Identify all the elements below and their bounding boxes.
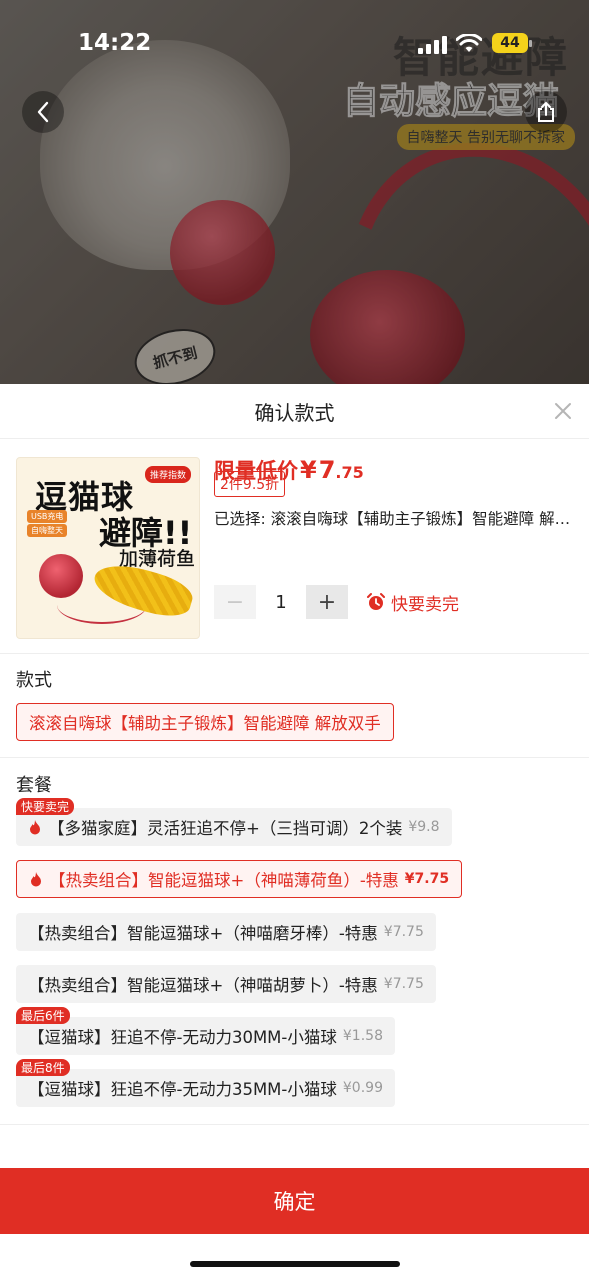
thumb-tag-1: USB充电 xyxy=(27,510,68,523)
package-option-label: 【热卖组合】智能逗猫球+（神喵薄荷鱼）-特惠 xyxy=(49,871,399,890)
section-divider xyxy=(0,1124,589,1125)
sellout-ribbon: 快要卖完 xyxy=(16,798,75,815)
wifi-icon xyxy=(456,34,482,52)
package-option-2[interactable]: 【热卖组合】智能逗猫球+（神喵薄荷鱼）-特惠 ¥7.75 xyxy=(16,860,463,898)
package-option-label: 【逗猫球】狂追不停-无动力30MM-小猫球 xyxy=(28,1028,337,1047)
sheet-header: 确认款式 xyxy=(0,384,589,439)
package-option-label: 【多猫家庭】灵活狂追不停+（三挡可调）2个装 xyxy=(48,819,403,838)
status-bar: 14:22 44 xyxy=(0,0,589,88)
package-option-5[interactable]: 【逗猫球】狂追不停-无动力30MM-小猫球 ¥1.58 xyxy=(16,1017,395,1055)
style-section-label: 款式 xyxy=(16,670,52,691)
decrease-button[interactable]: − xyxy=(214,585,256,619)
package-option-3[interactable]: 【热卖组合】智能逗猫球+（神喵磨牙棒）-特惠 ¥7.75 xyxy=(16,913,436,951)
section-divider xyxy=(0,757,589,758)
confirm-button[interactable]: 确定 xyxy=(0,1168,589,1234)
package-option-1[interactable]: 【多猫家庭】灵活狂追不停+（三挡可调）2个装 ¥9.8 xyxy=(16,808,452,846)
thumb-ball xyxy=(39,554,83,598)
quantity-stepper: − 1 + 快要卖完 xyxy=(214,585,459,619)
style-option[interactable]: 滚滚自嗨球【辅助主子锻炼】智能避障 解放双手 xyxy=(16,703,394,741)
price-currency: ¥ xyxy=(300,456,317,484)
style-option-label: 滚滚自嗨球【辅助主子锻炼】智能避障 解放双手 xyxy=(29,714,381,733)
increase-button[interactable]: + xyxy=(306,585,348,619)
chevron-left-icon xyxy=(37,101,49,123)
package-section-label: 套餐 xyxy=(16,775,52,796)
thumb-tag-2: 自嗨整天 xyxy=(27,524,67,537)
fire-icon xyxy=(30,820,40,835)
product-summary: 逗猫球 避障!! 加薄荷鱼 推荐指数 USB充电 自嗨整天 限量低价 ¥ 7 .… xyxy=(0,439,589,654)
share-button[interactable] xyxy=(525,91,567,133)
back-button[interactable] xyxy=(22,91,64,133)
stock-ribbon: 最后8件 xyxy=(16,1059,70,1076)
hurry-notice: 快要卖完 xyxy=(366,590,459,615)
close-icon[interactable] xyxy=(551,399,575,423)
discount-badge: 2件9.5折 xyxy=(214,471,286,497)
thumb-badge: 推荐指数 xyxy=(145,466,192,483)
cellular-signal-icon xyxy=(418,36,448,54)
price-integer: 7 xyxy=(318,456,336,484)
share-icon xyxy=(538,101,554,122)
package-option-price: ¥0.99 xyxy=(342,1080,383,1096)
sheet-title: 确认款式 xyxy=(254,400,335,425)
sku-selection-sheet: 确认款式 逗猫球 避障!! 加薄荷鱼 推荐指数 USB充电 自嗨整天 限量低价 … xyxy=(0,384,589,1280)
hurry-text: 快要卖完 xyxy=(391,594,459,615)
price-decimal: .75 xyxy=(335,463,364,482)
package-option-price: ¥9.8 xyxy=(408,819,440,835)
fire-icon xyxy=(31,872,41,887)
stock-ribbon: 最后6件 xyxy=(16,1007,70,1024)
package-option-label: 【逗猫球】狂追不停-无动力35MM-小猫球 xyxy=(28,1080,337,1099)
package-option-price: ¥7.75 xyxy=(383,924,424,940)
home-indicator xyxy=(190,1261,400,1267)
product-thumbnail[interactable]: 逗猫球 避障!! 加薄荷鱼 推荐指数 USB充电 自嗨整天 xyxy=(16,457,200,639)
package-option-4[interactable]: 【热卖组合】智能逗猫球+（神喵胡萝卜）-特惠 ¥7.75 xyxy=(16,965,436,1003)
package-option-price: ¥1.58 xyxy=(342,1028,383,1044)
selected-sku-text: 已选择: 滚滚自嗨球【辅助主子锻炼】智能避障 解放双手 xyxy=(214,510,574,528)
package-option-6[interactable]: 【逗猫球】狂追不停-无动力35MM-小猫球 ¥0.99 xyxy=(16,1069,395,1107)
alarm-clock-icon xyxy=(367,593,385,610)
package-option-label: 【热卖组合】智能逗猫球+（神喵磨牙棒）-特惠 xyxy=(28,924,378,943)
package-option-price: ¥7.75 xyxy=(383,976,424,992)
status-time: 14:22 xyxy=(78,30,152,56)
package-option-label: 【热卖组合】智能逗猫球+（神喵胡萝卜）-特惠 xyxy=(28,976,378,995)
battery-icon: 44 xyxy=(492,33,532,53)
package-option-price: ¥7.75 xyxy=(404,871,450,887)
quantity-value[interactable]: 1 xyxy=(256,592,306,613)
